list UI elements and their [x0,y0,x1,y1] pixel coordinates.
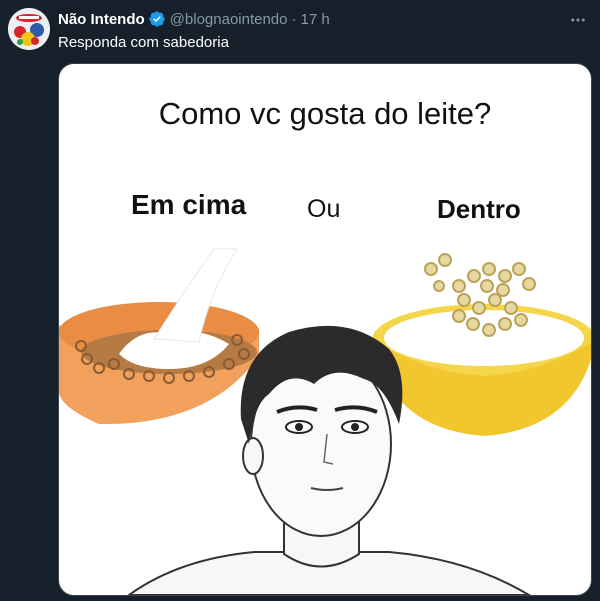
header-separator: · [291,10,297,28]
author-handle[interactable]: @blognaointendo [170,11,288,28]
tweet-header: Não Intendo @blognaointendo · 17 h [58,9,330,29]
verified-badge-icon [148,10,166,28]
tweet-text: Responda com sabedoria [58,34,229,51]
tweet-media-image[interactable]: Como vc gosta do leite? Em cima Ou Dentr… [58,63,592,596]
more-options-icon[interactable] [568,10,588,30]
left-bowl [59,248,259,425]
author-name[interactable]: Não Intendo [58,11,145,28]
meme-right-label: Dentro [437,194,521,224]
meme-middle-label: Ou [307,195,341,223]
meme-left-label: Em cima [131,189,247,220]
author-avatar[interactable] [8,8,50,50]
right-bowl [372,253,591,436]
tweet-timestamp[interactable]: 17 h [301,11,330,28]
meme-title: Como vc gosta do leite? [158,96,492,131]
meme-illustration [59,248,591,595]
